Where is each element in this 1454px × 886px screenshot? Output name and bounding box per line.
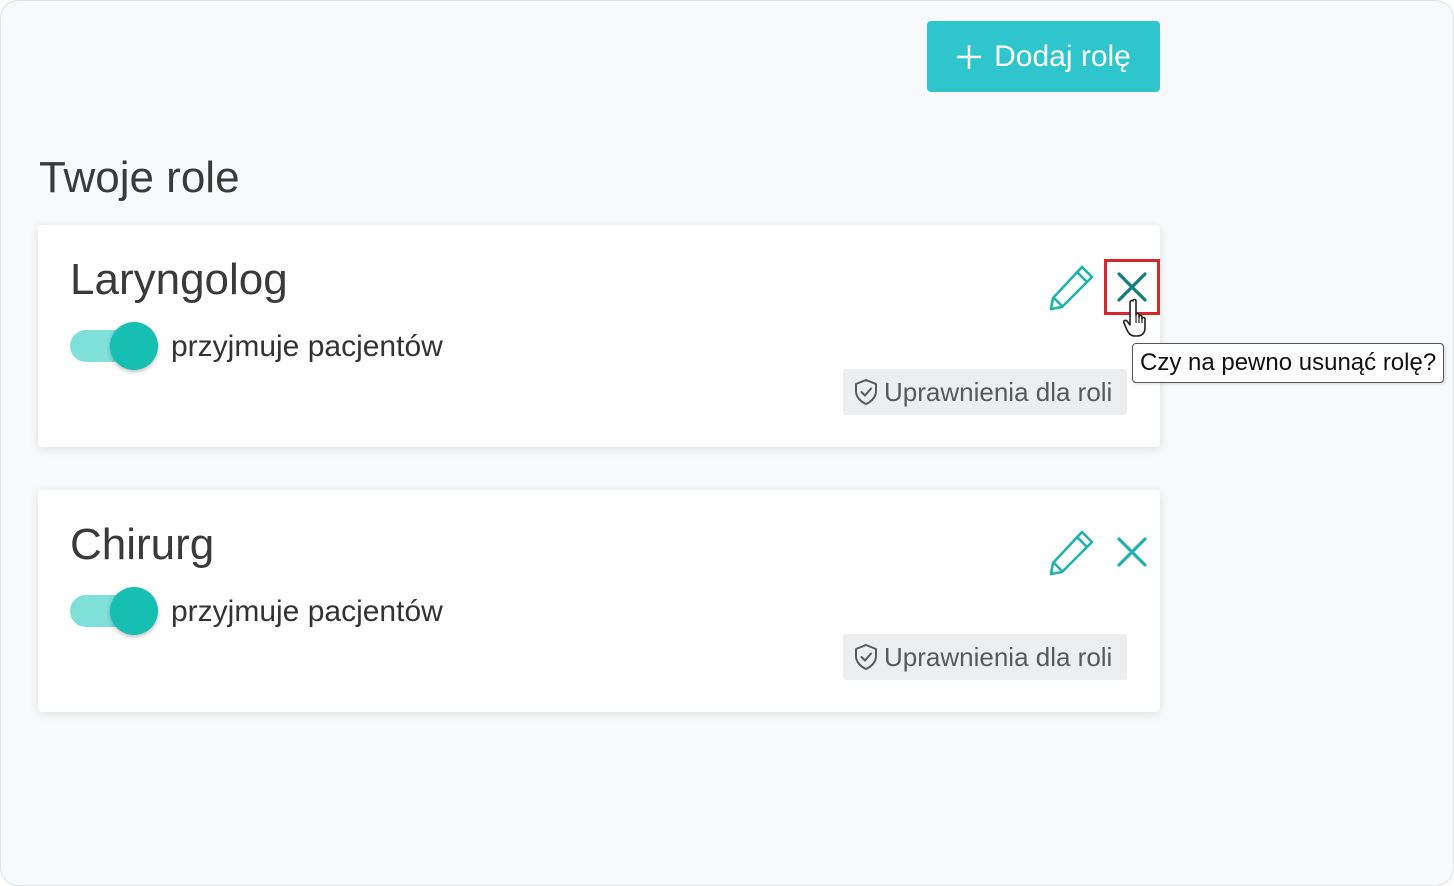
toggle-label: przyjmuje pacjentów bbox=[171, 330, 443, 363]
toggle-knob bbox=[110, 587, 158, 635]
role-name: Chirurg bbox=[70, 520, 215, 569]
shield-check-icon bbox=[855, 379, 877, 405]
plus-icon bbox=[957, 44, 982, 69]
role-card: Laryngolog przyjmuje pacjentów Uprawnien… bbox=[38, 225, 1160, 447]
role-name: Laryngolog bbox=[70, 255, 288, 304]
shield-check-icon bbox=[855, 644, 877, 670]
toggle-knob bbox=[110, 322, 158, 370]
pencil-icon[interactable] bbox=[1046, 261, 1098, 313]
role-card: Chirurg przyjmuje pacjentów Uprawnienia … bbox=[38, 490, 1160, 712]
pencil-icon[interactable] bbox=[1046, 526, 1098, 578]
toggle-label: przyjmuje pacjentów bbox=[171, 595, 443, 628]
permissions-label: Uprawnienia dla roli bbox=[884, 641, 1113, 672]
accepts-patients-toggle[interactable] bbox=[70, 587, 160, 635]
accepts-patients-toggle[interactable] bbox=[70, 322, 160, 370]
role-permissions-button[interactable]: Uprawnienia dla roli bbox=[843, 369, 1127, 415]
delete-confirm-tooltip: Czy na pewno usunąć rolę? bbox=[1132, 343, 1445, 383]
add-role-label: Dodaj rolę bbox=[994, 39, 1131, 73]
add-role-button[interactable]: Dodaj rolę bbox=[927, 21, 1160, 92]
hand-pointer-icon bbox=[1123, 298, 1146, 337]
permissions-label: Uprawnienia dla roli bbox=[884, 376, 1113, 407]
close-icon[interactable] bbox=[1110, 530, 1154, 574]
role-permissions-button[interactable]: Uprawnienia dla roli bbox=[843, 634, 1127, 680]
app-window: Dodaj rolę Twoje role Laryngolog przyjmu… bbox=[0, 0, 1454, 886]
page-title: Twoje role bbox=[39, 153, 240, 202]
